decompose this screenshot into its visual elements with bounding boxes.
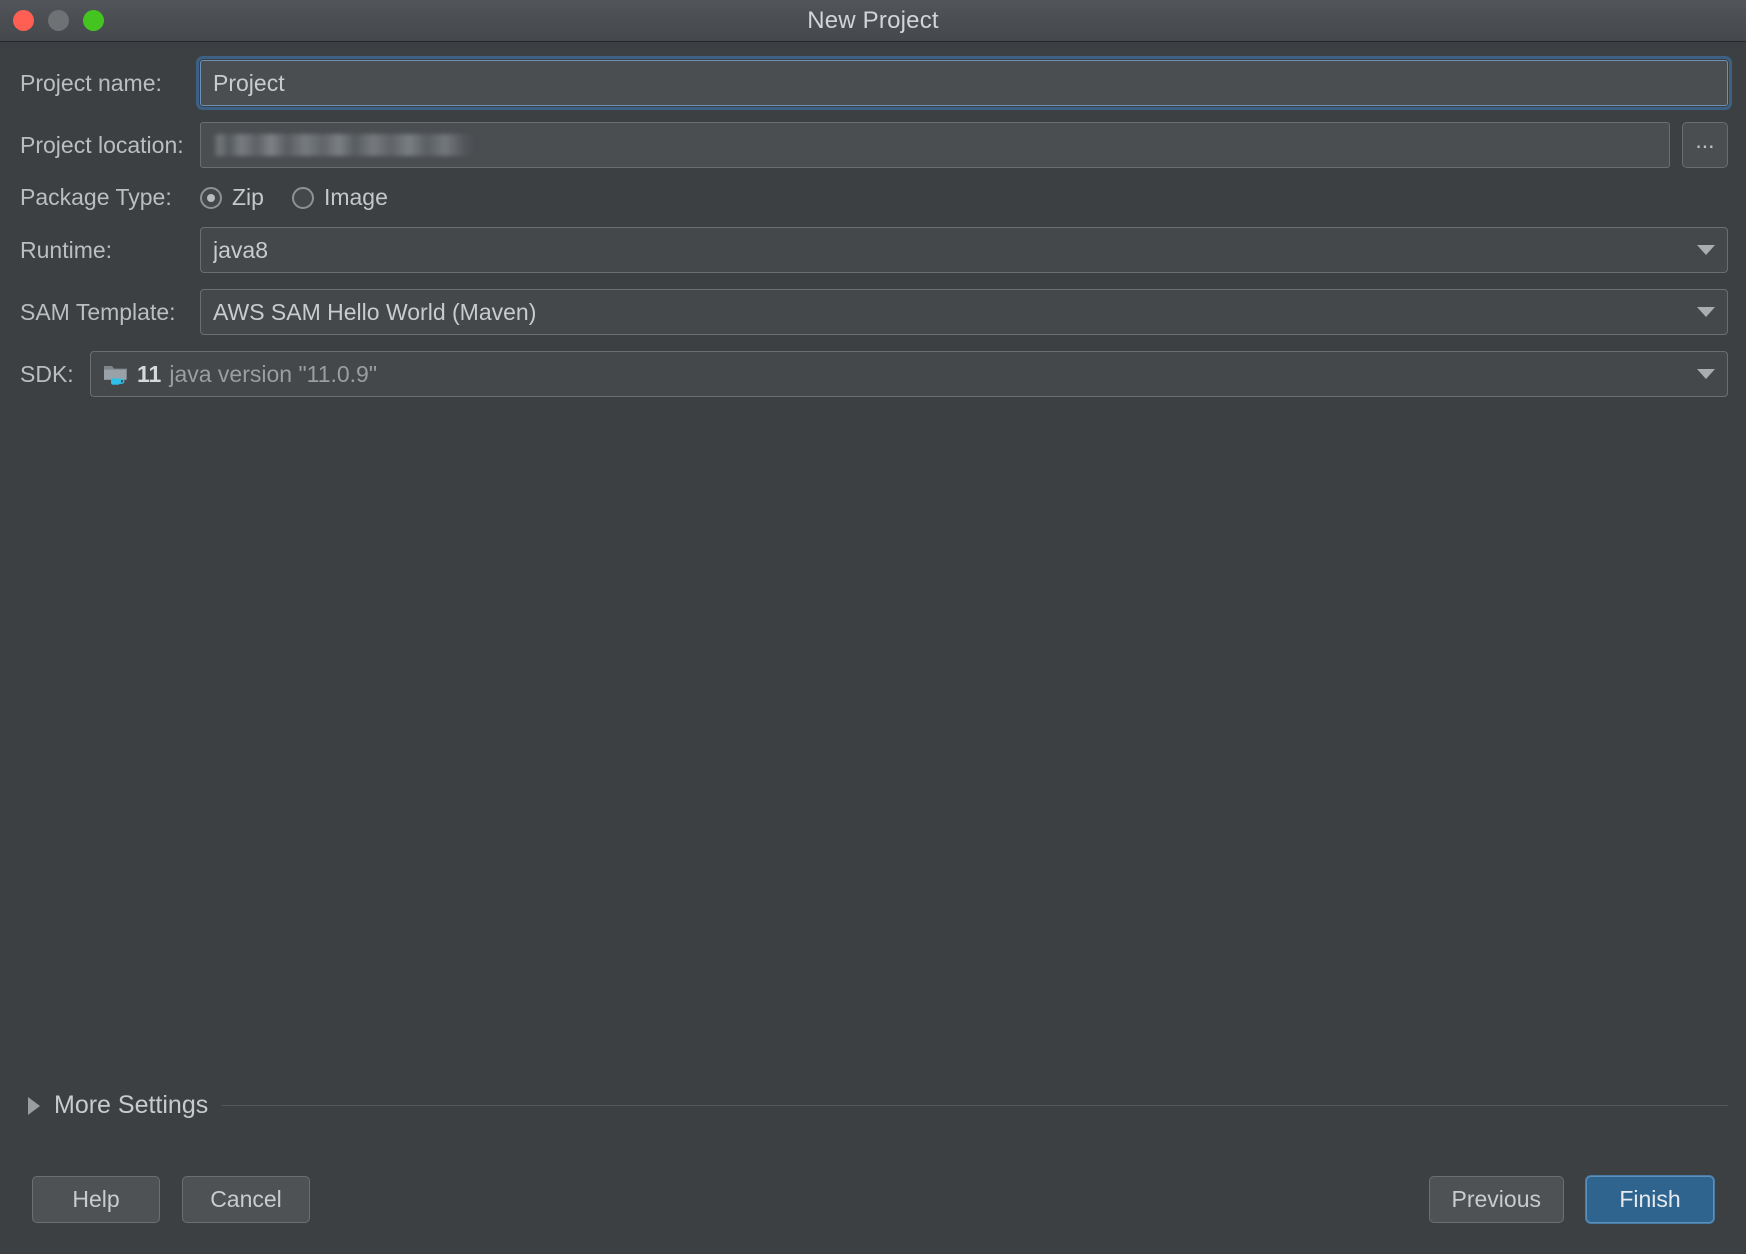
package-type-option-image[interactable]: Image: [292, 184, 388, 211]
sdk-dropdown[interactable]: 11 java version "11.0.9": [90, 351, 1728, 397]
radio-icon-zip: [200, 187, 222, 209]
new-project-form: Project name: Project Project location: …: [0, 42, 1746, 397]
project-name-row: Project name: Project: [0, 60, 1746, 106]
minimize-window-button[interactable]: [48, 10, 69, 31]
project-name-value: Project: [213, 70, 285, 97]
sam-template-dropdown[interactable]: AWS SAM Hello World (Maven): [200, 289, 1728, 335]
sdk-value: 11 java version "11.0.9": [137, 361, 1687, 388]
project-location-label: Project location:: [0, 132, 200, 159]
project-location-redacted-value: [213, 134, 475, 156]
runtime-dropdown[interactable]: java8: [200, 227, 1728, 273]
radio-icon-image: [292, 187, 314, 209]
more-settings-label: More Settings: [54, 1091, 208, 1120]
sdk-detail: java version "11.0.9": [169, 361, 377, 387]
sdk-label: SDK:: [0, 361, 90, 388]
package-type-radio-group: Zip Image: [200, 184, 388, 211]
package-type-row: Package Type: Zip Image: [0, 184, 1746, 211]
browse-location-button[interactable]: ...: [1682, 122, 1728, 168]
package-type-option-zip[interactable]: Zip: [200, 184, 264, 211]
finish-button[interactable]: Finish: [1586, 1176, 1714, 1223]
previous-button[interactable]: Previous: [1429, 1176, 1564, 1223]
zoom-window-button[interactable]: [83, 10, 104, 31]
new-project-dialog: Project name: Project Project location: …: [0, 42, 1746, 1254]
project-location-input[interactable]: [200, 122, 1670, 168]
sam-template-value: AWS SAM Hello World (Maven): [213, 299, 1687, 326]
more-settings-divider: [222, 1105, 1728, 1106]
triangle-right-icon: [28, 1097, 40, 1115]
java-sdk-folder-icon: [103, 362, 129, 386]
close-window-button[interactable]: [13, 10, 34, 31]
dialog-footer: Help Cancel Previous Finish: [0, 1144, 1746, 1254]
runtime-label: Runtime:: [0, 237, 200, 264]
sam-template-row: SAM Template: AWS SAM Hello World (Maven…: [0, 289, 1746, 335]
cancel-button[interactable]: Cancel: [182, 1176, 310, 1223]
runtime-row: Runtime: java8: [0, 227, 1746, 273]
package-type-zip-label: Zip: [232, 184, 264, 211]
project-location-row: Project location: ...: [0, 122, 1746, 168]
sdk-version: 11: [137, 361, 161, 387]
help-button[interactable]: Help: [32, 1176, 160, 1223]
chevron-down-icon: [1697, 369, 1715, 379]
chevron-down-icon: [1697, 245, 1715, 255]
footer-right-buttons: Previous Finish: [1429, 1176, 1714, 1223]
sam-template-label: SAM Template:: [0, 299, 200, 326]
footer-left-buttons: Help Cancel: [32, 1176, 310, 1223]
window-controls: [13, 0, 104, 41]
window-title: New Project: [807, 7, 939, 35]
more-settings-expander[interactable]: More Settings: [20, 1091, 1728, 1120]
package-type-image-label: Image: [324, 184, 388, 211]
project-name-input[interactable]: Project: [200, 60, 1728, 106]
package-type-label: Package Type:: [0, 184, 200, 211]
project-name-label: Project name:: [0, 70, 200, 97]
chevron-down-icon: [1697, 307, 1715, 317]
window-titlebar: New Project: [0, 0, 1746, 42]
sdk-row: SDK: 11 java version "11.0.9": [0, 351, 1746, 397]
runtime-value: java8: [213, 237, 1687, 264]
